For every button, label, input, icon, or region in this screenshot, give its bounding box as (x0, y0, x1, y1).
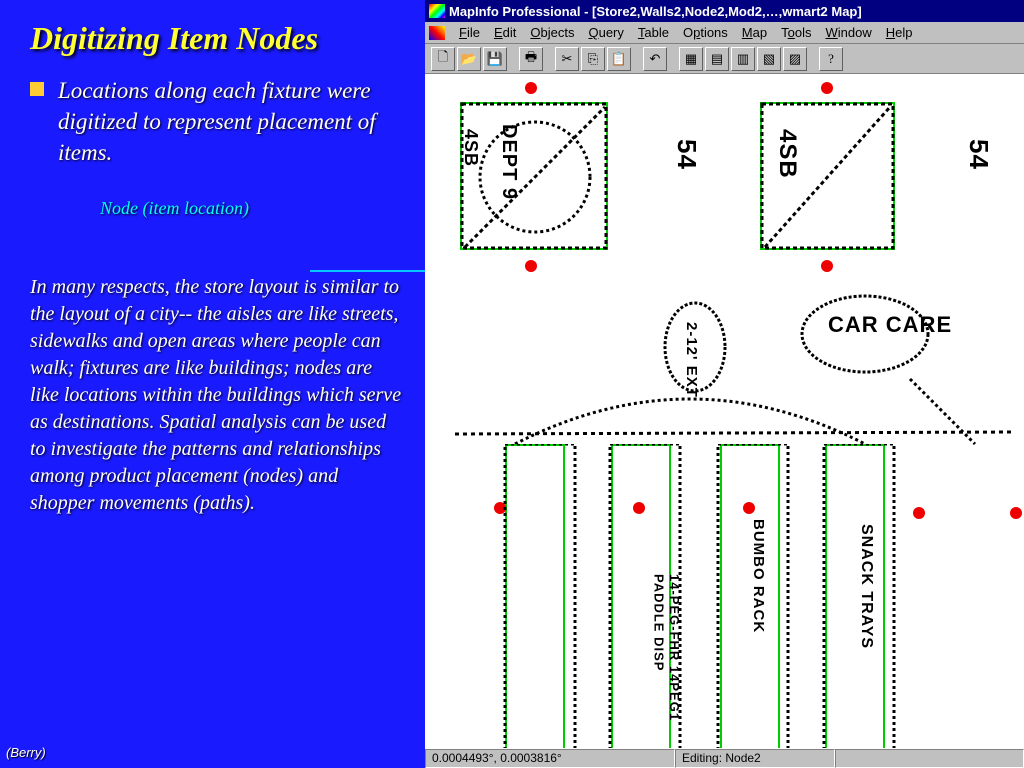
paste-button[interactable]: 📋 (607, 47, 631, 71)
window2-button[interactable]: ▤ (705, 47, 729, 71)
menu-edit[interactable]: Edit (488, 23, 522, 42)
window-titlebar[interactable]: MapInfo Professional - [Store2,Walls2,No… (425, 0, 1024, 22)
label-bumbo: BUMBO RACK (750, 519, 767, 633)
body-paragraph: In many respects, the store layout is si… (30, 274, 405, 517)
status-coords: 0.0004493°, 0.0003816° (425, 749, 675, 768)
slide-left-panel: Digitizing Item Nodes Locations along ea… (0, 0, 425, 768)
print-button[interactable]: 🖶 (519, 47, 543, 71)
status-empty (835, 749, 1024, 768)
menu-tools[interactable]: Tools (775, 23, 817, 42)
bullet-square-icon (30, 82, 44, 96)
menu-table[interactable]: Table (632, 23, 675, 42)
label-peg: 14-PEG-FHR 14PEG1 PADDLE DISP (651, 574, 682, 748)
bottom-fixtures-sketch-icon (500, 444, 900, 748)
node-dot[interactable] (821, 260, 833, 272)
node-dot[interactable] (525, 82, 537, 94)
status-editing: Editing: Node2 (675, 749, 835, 768)
window3-button[interactable]: ▥ (731, 47, 755, 71)
save-button[interactable]: 💾 (483, 47, 507, 71)
menu-file[interactable]: File (453, 23, 486, 42)
label-dept9: DEPT 9 (497, 124, 520, 200)
bullet-item: Locations along each fixture were digiti… (30, 75, 405, 168)
slide-title: Digitizing Item Nodes (30, 20, 405, 57)
menu-bar: File Edit Objects Query Table Options Ma… (425, 22, 1024, 44)
label-4sb-left: 4SB (460, 129, 481, 167)
label-54a: 54 (671, 139, 702, 170)
carcare-oval-icon (795, 292, 935, 382)
node-callout-label: Node (item location) (100, 198, 405, 219)
node-dot[interactable] (913, 507, 925, 519)
undo-button[interactable]: ↶ (643, 47, 667, 71)
app-icon (429, 4, 445, 18)
node-dot[interactable] (525, 260, 537, 272)
label-snack: SNACK TRAYS (857, 524, 875, 649)
label-54b: 54 (963, 139, 994, 170)
window1-button[interactable]: ▦ (679, 47, 703, 71)
status-bar: 0.0004493°, 0.0003816° Editing: Node2 (425, 748, 1024, 768)
new-button[interactable]: 🗋 (431, 47, 455, 71)
node-dot[interactable] (1010, 507, 1022, 519)
bullet-text: Locations along each fixture were digiti… (58, 75, 405, 168)
menu-objects[interactable]: Objects (524, 23, 580, 42)
document-icon[interactable] (429, 26, 445, 40)
menu-help[interactable]: Help (880, 23, 919, 42)
label-carcare: CAR CARE (828, 314, 952, 336)
menu-query[interactable]: Query (582, 23, 629, 42)
open-button[interactable]: 📂 (457, 47, 481, 71)
copy-button[interactable]: ⎘ (581, 47, 605, 71)
menu-window[interactable]: Window (819, 23, 877, 42)
menu-map[interactable]: Map (736, 23, 773, 42)
window4-button[interactable]: ▧ (757, 47, 781, 71)
map-canvas[interactable]: DEPT 9 4SB 4SB 54 54 2-12' EXT (425, 74, 1024, 748)
label-4sb-right: 4SB (773, 129, 801, 179)
mapinfo-window: MapInfo Professional - [Store2,Walls2,No… (425, 0, 1024, 768)
cut-button[interactable]: ✂ (555, 47, 579, 71)
fixture-sketch-icon (460, 102, 610, 252)
toolbar: 🗋 📂 💾 🖶 ✂ ⎘ 📋 ↶ ▦ ▤ ▥ ▧ ▨ ? (425, 44, 1024, 74)
window-title-text: MapInfo Professional - [Store2,Walls2,No… (449, 4, 862, 19)
attribution: (Berry) (6, 745, 46, 760)
node-dot[interactable] (821, 82, 833, 94)
arc-lines-icon (455, 374, 1015, 454)
help-button[interactable]: ? (819, 47, 843, 71)
menu-options[interactable]: Options (677, 23, 734, 42)
window5-button[interactable]: ▨ (783, 47, 807, 71)
